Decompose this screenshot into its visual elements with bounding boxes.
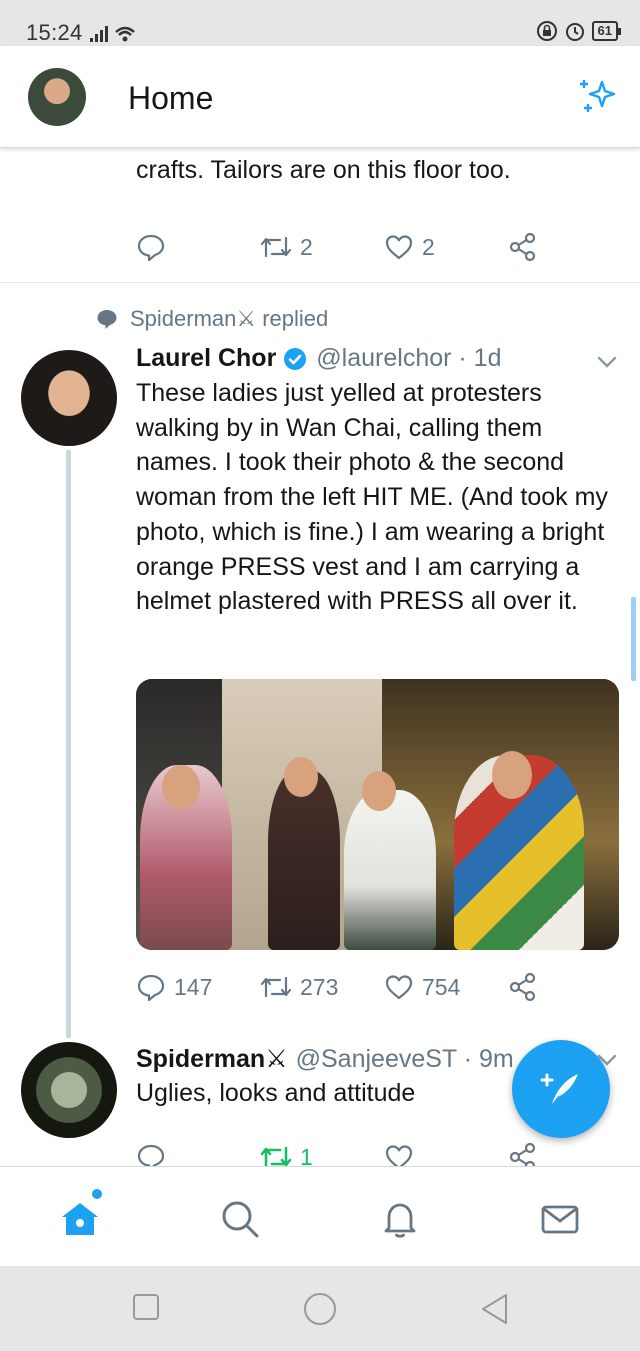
author-name[interactable]: Laurel Chor	[136, 344, 276, 373]
app-header: Home	[0, 46, 640, 148]
feather-plus-icon	[540, 1073, 578, 1104]
heart-icon	[385, 1145, 413, 1166]
retweet-icon	[260, 1146, 292, 1166]
tweet-header[interactable]: Laurel Chor @laurelchor · 1d	[136, 344, 501, 373]
reply-context-text: Spiderman⚔ replied	[130, 306, 329, 331]
signal-wifi-icon	[90, 26, 135, 42]
photo-figure	[268, 770, 340, 950]
retweet-count: 273	[300, 973, 339, 1000]
tweet-text: These ladies just yelled at protesters w…	[136, 379, 608, 616]
tweet-actions: 2 2	[136, 232, 546, 262]
notification-dot	[92, 1189, 102, 1199]
tweet-actions: 1	[136, 1142, 546, 1166]
chevron-down-icon[interactable]	[596, 354, 618, 370]
previous-tweet[interactable]: lemak, roti canai, etc.. And clothes le …	[0, 148, 640, 283]
share-icon	[509, 972, 536, 1002]
thread-connector	[66, 450, 71, 1038]
bell-icon	[384, 1203, 416, 1238]
author-handle: @laurelchor · 1d	[316, 344, 502, 372]
share-icon	[509, 1142, 536, 1166]
system-nav-bar	[0, 1266, 640, 1351]
photo-figure	[362, 771, 396, 811]
tab-messages[interactable]	[536, 1195, 584, 1243]
reply-icon	[137, 974, 165, 1002]
status-bar: 15:24 61	[0, 0, 640, 46]
tab-search[interactable]	[216, 1195, 264, 1243]
tweet-photo[interactable]	[136, 679, 619, 950]
sparkle-icon[interactable]	[576, 74, 620, 118]
heart-icon	[385, 975, 413, 1000]
mail-icon	[541, 1205, 579, 1234]
share-button[interactable]	[508, 1142, 538, 1166]
photo-figure	[284, 757, 318, 797]
retweet-icon	[260, 236, 292, 258]
share-icon	[509, 232, 536, 262]
bottom-nav	[0, 1166, 640, 1266]
like-count: 754	[422, 973, 461, 1000]
reply-icon	[137, 234, 165, 262]
tweet-header[interactable]: Spiderman⚔ @SanjeeveST · 9m	[136, 1044, 514, 1074]
back-icon[interactable]	[478, 1292, 510, 1326]
timeline[interactable]: lemak, roti canai, etc.. And clothes le …	[0, 148, 640, 1166]
recents-icon[interactable]	[132, 1292, 160, 1324]
retweet-count: 2	[300, 233, 313, 260]
share-button[interactable]	[508, 232, 538, 262]
photo-figure	[344, 790, 436, 950]
reply-button[interactable]: 147	[136, 972, 260, 1002]
retweet-button[interactable]: 2	[260, 232, 384, 262]
author-name[interactable]: Spiderman⚔	[136, 1044, 288, 1074]
verified-badge-icon	[284, 347, 307, 370]
retweet-button[interactable]: 273	[260, 972, 384, 1002]
tab-home[interactable]	[56, 1189, 104, 1243]
lock-rotation-icon	[536, 21, 557, 41]
profile-avatar[interactable]	[28, 68, 86, 126]
heart-icon	[385, 235, 413, 260]
tweet-text: lemak, roti canai, etc.. And clothes le …	[136, 148, 608, 184]
retweet-count: 1	[300, 1143, 313, 1167]
battery-indicator: 61	[591, 21, 622, 41]
page-title: Home	[128, 80, 214, 116]
like-count: 2	[422, 233, 435, 260]
reply-count: 147	[174, 973, 213, 1000]
search-icon	[222, 1201, 259, 1238]
home-circle-icon[interactable]	[302, 1292, 338, 1328]
retweet-icon	[260, 976, 292, 998]
share-button[interactable]	[508, 972, 538, 1002]
photo-figure	[492, 751, 532, 799]
scrollbar[interactable]	[631, 597, 636, 681]
alarm-icon	[565, 23, 584, 41]
reply-button[interactable]	[136, 232, 260, 262]
like-button[interactable]: 754	[384, 972, 508, 1002]
author-avatar[interactable]	[21, 350, 117, 446]
tab-notifications[interactable]	[376, 1195, 424, 1243]
status-time: 15:24	[26, 20, 83, 45]
status-right: 61	[536, 20, 622, 42]
like-button[interactable]: 2	[384, 232, 508, 262]
reply-button[interactable]	[136, 1142, 260, 1166]
like-button[interactable]	[384, 1142, 508, 1166]
retweet-button[interactable]: 1	[260, 1142, 384, 1166]
reply-icon	[137, 1144, 165, 1166]
tweet-actions: 147 273 754	[136, 972, 546, 1002]
author-handle: @SanjeeveST · 9m	[295, 1044, 514, 1073]
home-icon	[62, 1203, 98, 1235]
photo-figure	[162, 765, 200, 809]
author-avatar[interactable]	[21, 1042, 117, 1138]
compose-tweet-button[interactable]	[512, 1040, 610, 1138]
reply-context[interactable]: Spiderman⚔ replied	[96, 306, 328, 332]
speech-bubble-icon	[97, 310, 117, 329]
